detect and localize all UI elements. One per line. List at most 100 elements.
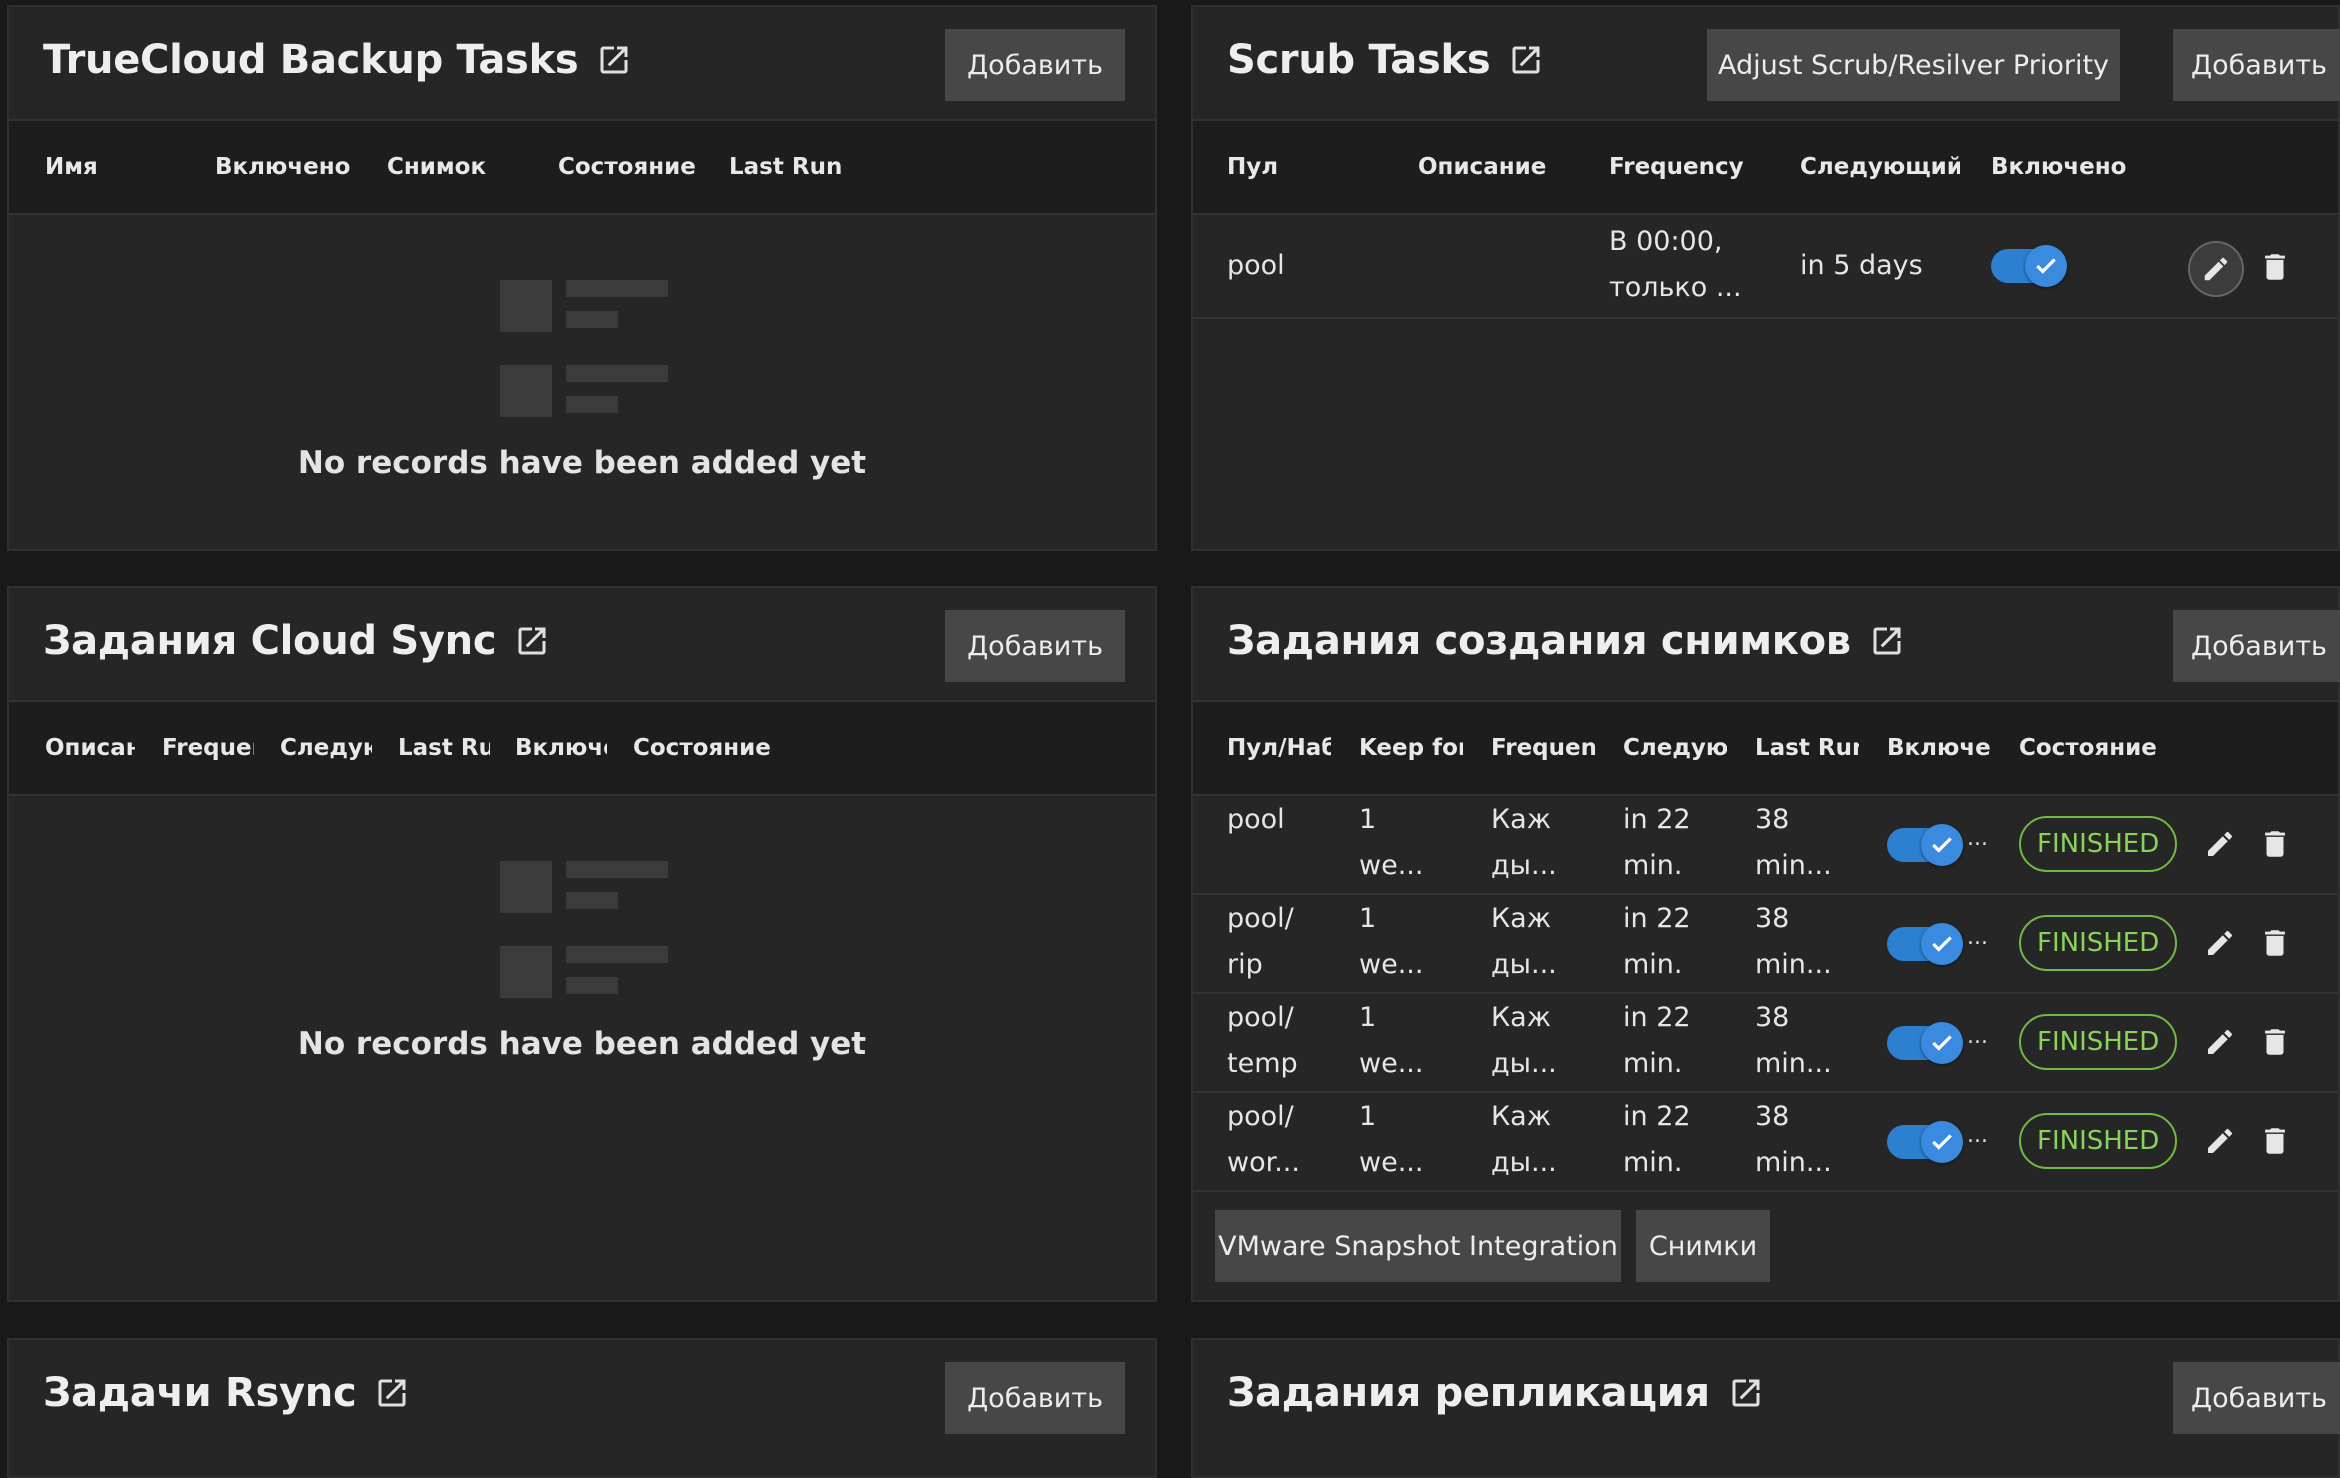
edit-button[interactable] (2198, 1119, 2242, 1163)
keep-for-cell-line: 1 (1359, 1101, 1377, 1132)
table-row[interactable]: pool 1 we... Каж ды... in 22 min. 38 min...... FI… (1193, 796, 2338, 895)
last-run-cell-line: min... (1755, 949, 1832, 980)
status-badge[interactable]: FINISHED (2019, 1113, 2178, 1169)
column-header[interactable]: Следующий за (1800, 121, 1960, 213)
frequency-cell: В 00:00, только ... (1609, 219, 1789, 311)
status-badge[interactable]: FINISHED (2019, 816, 2178, 872)
pencil-icon (2208, 1029, 2233, 1054)
truecloud-title-link[interactable]: TrueCloud Backup Tasks (43, 37, 632, 83)
table-header: Пул Описание Frequency Следующий за Вклю… (1193, 119, 2338, 215)
snapshots-title-link[interactable]: Задания создания снимков (1227, 618, 1905, 664)
card-title: Задания репликация (1227, 1370, 1710, 1416)
column-header[interactable]: Пул/Набор (1227, 702, 1331, 794)
cloudsync-title-link[interactable]: Задания Cloud Sync (43, 618, 550, 664)
replication-title-link[interactable]: Задания репликация (1227, 1370, 1764, 1416)
pool-cell: pool (1227, 250, 1285, 281)
open-external-icon[interactable] (1508, 42, 1544, 78)
vmware-integration-button[interactable]: VMware Snapshot Integration (1215, 1210, 1621, 1282)
replication-card: Задания репликация Добавить (1191, 1338, 2340, 1478)
edit-button[interactable] (2198, 921, 2242, 965)
column-header[interactable]: Включено (1991, 121, 2171, 213)
frequency-cell-line: ды... (1491, 850, 1557, 881)
trash-icon (2265, 1128, 2285, 1154)
pool-cell-line: rip (1227, 949, 1263, 980)
open-external-icon[interactable] (514, 623, 550, 659)
enabled-toggle[interactable] (1991, 245, 2067, 287)
column-header[interactable]: Включено (1887, 702, 1991, 794)
next-run-cell: in 5 days (1800, 250, 1923, 281)
enabled-toggle[interactable] (1887, 824, 1963, 866)
column-header[interactable]: Frequency (1609, 121, 1789, 213)
table-row[interactable]: pool/wor... 1 we... Каж ды... in 22 min. 38 min.… (1193, 1093, 2338, 1192)
delete-button[interactable] (2253, 822, 2297, 866)
add-button[interactable]: Добавить (2173, 1362, 2340, 1434)
card-title: Задания Cloud Sync (43, 618, 497, 664)
open-external-icon[interactable] (596, 42, 632, 78)
table-row[interactable]: pool/temp 1 we... Каж ды... in 22 min. 38 min...… (1193, 994, 2338, 1093)
delete-button[interactable] (2253, 245, 2297, 289)
open-external-icon[interactable] (1869, 623, 1905, 659)
open-external-icon[interactable] (374, 1375, 410, 1411)
add-button[interactable]: Добавить (945, 29, 1125, 101)
delete-button[interactable] (2253, 1020, 2297, 1064)
table-header: Пул/Набор Keep for Frequency Следующий L… (1193, 700, 2338, 796)
column-header[interactable]: Описание (1418, 121, 1598, 213)
column-header[interactable]: Состояние (2019, 702, 2179, 794)
pencil-icon (2204, 257, 2228, 281)
toggle-knob (2025, 245, 2067, 287)
column-header[interactable]: Описание (45, 702, 135, 794)
enabled-toggle[interactable] (1887, 923, 1963, 965)
column-header[interactable]: Состояние (558, 121, 728, 213)
card-header: Задачи Rsync Добавить (9, 1340, 1155, 1450)
column-header[interactable]: Включено (515, 702, 607, 794)
empty-state-text: No records have been added yet (297, 445, 867, 481)
column-header[interactable]: Keep for (1359, 702, 1463, 794)
enabled-toggle[interactable] (1887, 1121, 1963, 1163)
column-header[interactable]: Включено (215, 121, 375, 213)
last-run-cell-line: 38 (1755, 804, 1790, 835)
scrub-title-link[interactable]: Scrub Tasks (1227, 37, 1544, 83)
add-button[interactable]: Добавить (945, 1362, 1125, 1434)
column-header[interactable]: Frequency (162, 702, 254, 794)
delete-button[interactable] (2253, 921, 2297, 965)
column-header[interactable]: Last Run (398, 702, 490, 794)
add-button[interactable]: Добавить (945, 610, 1125, 682)
column-header[interactable]: Last Run (729, 121, 879, 213)
frequency-cell-line: ды... (1491, 949, 1557, 980)
adjust-priority-button[interactable]: Adjust Scrub/Resilver Priority (1707, 29, 2120, 101)
last-run-cell: 38 min... (1755, 797, 1851, 889)
trash-icon (2265, 1029, 2285, 1055)
enabled-overflow-text: ... (1967, 925, 1988, 950)
edit-button[interactable] (2188, 241, 2244, 297)
status-badge[interactable]: FINISHED (2019, 1014, 2178, 1070)
column-header[interactable]: Имя (45, 121, 195, 213)
snapshot-tasks-card: Задания создания снимков Добавить Пул/На… (1191, 586, 2340, 1302)
table-row[interactable]: pool/rip 1 we... Каж ды... in 22 min. 38 min....… (1193, 895, 2338, 994)
open-external-icon[interactable] (1728, 1375, 1764, 1411)
enabled-toggle[interactable] (1887, 1022, 1963, 1064)
add-button[interactable]: Добавить (2173, 29, 2340, 101)
edit-button[interactable] (2198, 822, 2242, 866)
column-header[interactable]: Следующий (280, 702, 372, 794)
edit-button[interactable] (2198, 1020, 2242, 1064)
column-header[interactable]: Last Run (1755, 702, 1859, 794)
status-badge[interactable]: FINISHED (2019, 915, 2178, 971)
keep-for-cell: 1 we... (1359, 1094, 1455, 1186)
pool-cell-line: pool/ (1227, 1002, 1294, 1033)
next-run-cell-line: min. (1623, 850, 1683, 881)
column-header[interactable]: Следующий (1623, 702, 1727, 794)
rsync-title-link[interactable]: Задачи Rsync (43, 1370, 410, 1416)
table-row[interactable]: pool В 00:00, только ... in 5 days (1193, 215, 2338, 319)
frequency-cell: Каж ды... (1491, 995, 1587, 1087)
column-header[interactable]: Frequency (1491, 702, 1595, 794)
add-button[interactable]: Добавить (2173, 610, 2340, 682)
card-title: Задачи Rsync (43, 1370, 357, 1416)
frequency-cell-line: ды... (1491, 1147, 1557, 1178)
column-header[interactable]: Пул (1227, 121, 1407, 213)
snapshots-button[interactable]: Снимки (1636, 1210, 1770, 1282)
delete-button[interactable] (2253, 1119, 2297, 1163)
card-header: Задания создания снимков Добавить (1193, 588, 2340, 698)
column-header[interactable]: Состояние (633, 702, 793, 794)
column-header[interactable]: Снимок (387, 121, 547, 213)
last-run-cell-line: min... (1755, 850, 1832, 881)
